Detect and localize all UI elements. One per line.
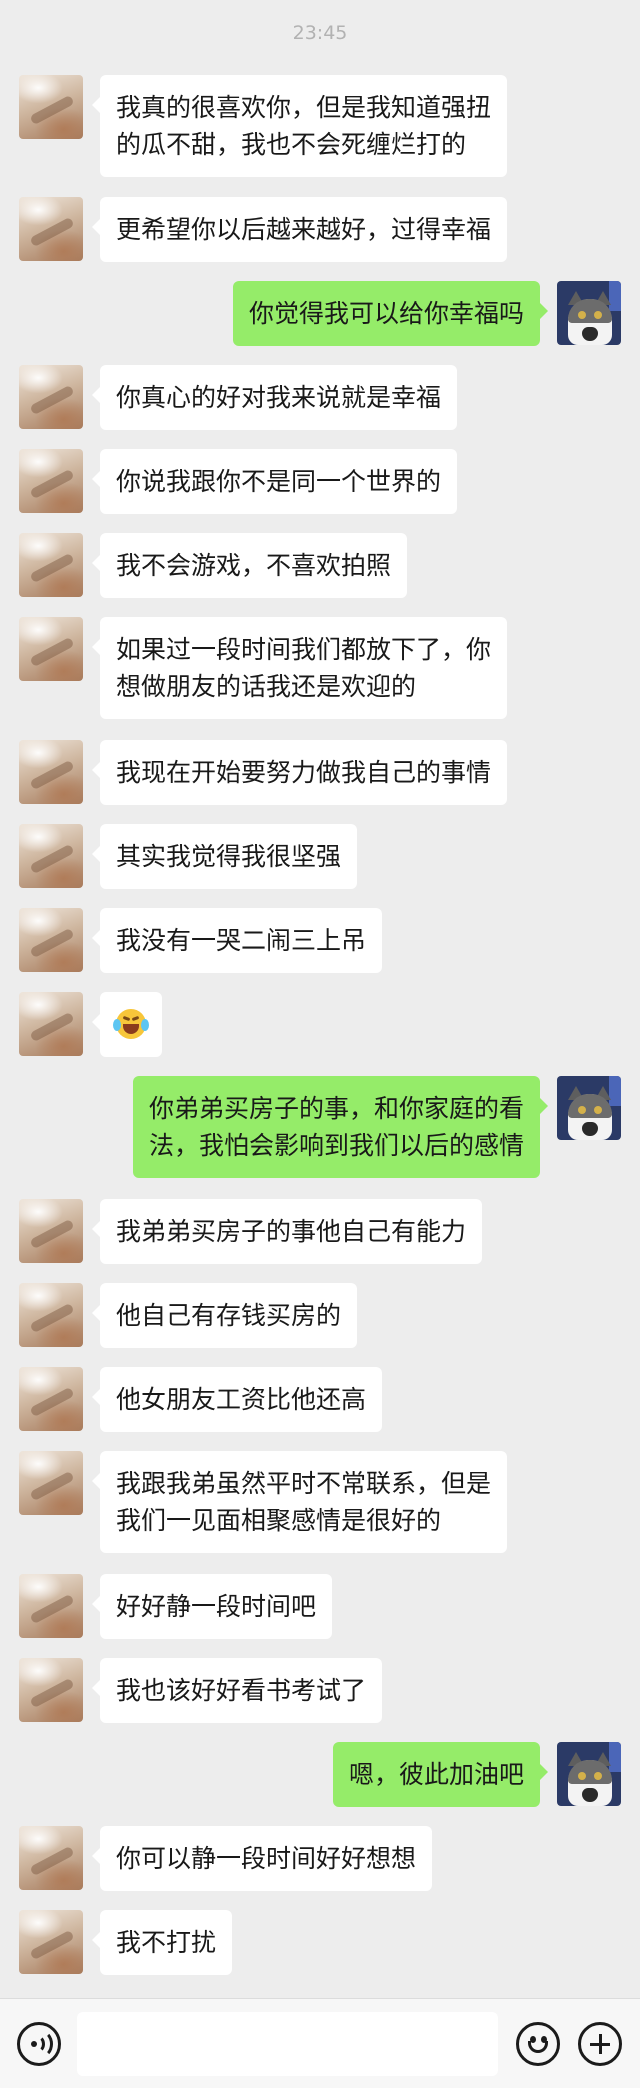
message-text: 我现在开始要努力做我自己的事情: [116, 758, 492, 787]
message-bubble[interactable]: 我真的很喜欢你，但是我知道强扭 的瓜不甜，我也不会死缠烂打的: [91, 75, 508, 177]
contact-avatar[interactable]: [19, 1658, 83, 1722]
message-text: 我不会游戏，不喜欢拍照: [116, 551, 392, 580]
message-bubble[interactable]: 你弟弟买房子的事，和你家庭的看 法，我怕会影响到我们以后的感情: [132, 1076, 549, 1178]
contact-avatar[interactable]: [19, 197, 83, 261]
message-bubble[interactable]: 我也该好好看书考试了: [91, 1658, 383, 1723]
contact-avatar[interactable]: [19, 75, 83, 139]
timestamp: 23:45: [292, 22, 348, 44]
message-input[interactable]: [77, 2012, 498, 2076]
message-text: 我弟弟买房子的事他自己有能力: [116, 1217, 467, 1246]
message-text: 他自己有存钱买房的: [116, 1301, 342, 1330]
message-bubble[interactable]: 你可以静一段时间好好想想: [91, 1826, 433, 1891]
contact-avatar[interactable]: [19, 908, 83, 972]
contact-avatar[interactable]: [19, 824, 83, 888]
emoji-icon[interactable]: [516, 2022, 560, 2066]
message-text: 你可以静一段时间好好想想: [116, 1844, 417, 1873]
contact-avatar[interactable]: [19, 1826, 83, 1890]
message-bubble[interactable]: 如果过一段时间我们都放下了，你 想做朋友的话我还是欢迎的: [91, 617, 508, 719]
contact-avatar[interactable]: [19, 533, 83, 597]
message-bubble[interactable]: 你觉得我可以给你幸福吗: [232, 281, 549, 346]
message-bubble[interactable]: 我跟我弟虽然平时不常联系，但是 我们一见面相聚感情是很好的: [91, 1451, 508, 1553]
message-bubble[interactable]: 你真心的好对我来说就是幸福: [91, 365, 458, 430]
message-text: 更希望你以后越来越好，过得幸福: [116, 215, 492, 244]
message-text: 你真心的好对我来说就是幸福: [116, 383, 442, 412]
message-text: 我不打扰: [116, 1928, 217, 1957]
message-text: 你说我跟你不是同一个世界的: [116, 467, 442, 496]
message-bubble[interactable]: 我没有一哭二闹三上吊: [91, 908, 383, 973]
message-bubble[interactable]: 更希望你以后越来越好，过得幸福: [91, 197, 508, 262]
contact-avatar[interactable]: [19, 992, 83, 1056]
message-text: 我真的很喜欢你，但是我知道强扭 的瓜不甜，我也不会死缠烂打的: [116, 93, 492, 159]
crying-laughing-emoji: [113, 1009, 149, 1039]
message-bubble[interactable]: 好好静一段时间吧: [91, 1574, 333, 1639]
message-text: 其实我觉得我很坚强: [116, 842, 342, 871]
contact-avatar[interactable]: [19, 1199, 83, 1263]
user-avatar[interactable]: [557, 1742, 621, 1806]
message-text: 你觉得我可以给你幸福吗: [248, 299, 524, 328]
message-bubble[interactable]: 他女朋友工资比他还高: [91, 1367, 383, 1432]
message-text: 我没有一哭二闹三上吊: [116, 926, 367, 955]
message-bubble[interactable]: 其实我觉得我很坚强: [91, 824, 358, 889]
input-bar: [0, 1998, 640, 2088]
user-avatar[interactable]: [557, 281, 621, 345]
contact-avatar[interactable]: [19, 1283, 83, 1347]
contact-avatar[interactable]: [19, 1367, 83, 1431]
contact-avatar[interactable]: [19, 740, 83, 804]
message-bubble[interactable]: 我现在开始要努力做我自己的事情: [91, 740, 508, 805]
message-text: 嗯，彼此加油吧: [348, 1760, 524, 1789]
message-bubble[interactable]: 你说我跟你不是同一个世界的: [91, 449, 458, 514]
contact-avatar[interactable]: [19, 365, 83, 429]
plus-icon[interactable]: [578, 2022, 622, 2066]
contact-avatar[interactable]: [19, 1574, 83, 1638]
message-bubble[interactable]: 我弟弟买房子的事他自己有能力: [91, 1199, 483, 1264]
message-text: 好好静一段时间吧: [116, 1592, 317, 1621]
contact-avatar[interactable]: [19, 617, 83, 681]
message-text: 如果过一段时间我们都放下了，你 想做朋友的话我还是欢迎的: [116, 635, 492, 701]
contact-avatar[interactable]: [19, 1910, 83, 1974]
message-bubble[interactable]: 我不打扰: [91, 1910, 233, 1975]
voice-icon[interactable]: [17, 2022, 61, 2066]
message-bubble[interactable]: 我不会游戏，不喜欢拍照: [91, 533, 408, 598]
message-text: 你弟弟买房子的事，和你家庭的看 法，我怕会影响到我们以后的感情: [148, 1094, 524, 1160]
user-avatar[interactable]: [557, 1076, 621, 1140]
message-bubble[interactable]: [92, 992, 162, 1057]
message-text: 他女朋友工资比他还高: [116, 1385, 367, 1414]
contact-avatar[interactable]: [19, 449, 83, 513]
message-bubble[interactable]: 嗯，彼此加油吧: [332, 1742, 549, 1807]
message-bubble[interactable]: 他自己有存钱买房的: [91, 1283, 358, 1348]
message-text: 我也该好好看书考试了: [116, 1676, 367, 1705]
message-text: 我跟我弟虽然平时不常联系，但是 我们一见面相聚感情是很好的: [116, 1469, 492, 1535]
contact-avatar[interactable]: [19, 1451, 83, 1515]
